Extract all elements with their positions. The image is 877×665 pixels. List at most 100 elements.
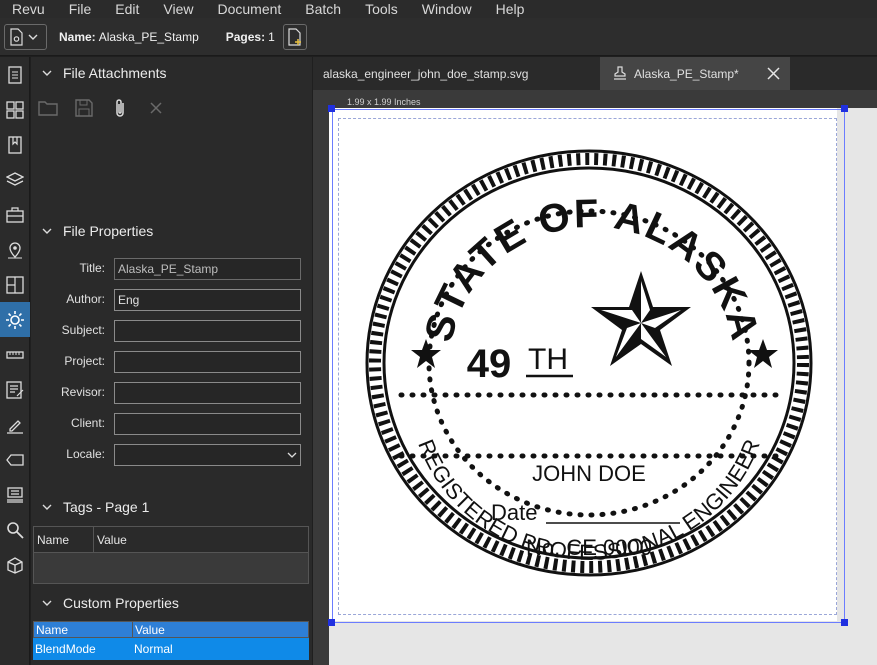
rail-tags[interactable]: [0, 442, 30, 477]
rail-layers[interactable]: [0, 162, 30, 197]
custom-grid-header: Name Value: [33, 621, 309, 638]
custom-row-name: BlendMode: [35, 642, 96, 656]
tab-stamp-label: Alaska_PE_Stamp*: [634, 66, 739, 81]
rail-thumbnails[interactable]: [0, 57, 30, 92]
attachments-title: File Attachments: [63, 65, 167, 81]
chevron-down-icon: [42, 70, 52, 76]
open-attachment-button[interactable]: [37, 97, 59, 119]
stamp-top-arc: STATE OF ALASKA: [417, 192, 767, 346]
prop-row-project: Project:: [31, 351, 312, 373]
menu-window[interactable]: Window: [410, 1, 484, 17]
menu-batch[interactable]: Batch: [293, 1, 353, 17]
tags-grid-body: [34, 553, 308, 583]
menu-tools[interactable]: Tools: [353, 1, 410, 17]
custom-properties-header[interactable]: Custom Properties: [31, 588, 312, 618]
stamp-engineer-name: JOHN DOE: [532, 461, 646, 486]
delete-attachment-button[interactable]: [145, 97, 167, 119]
rail-shapes[interactable]: [0, 547, 30, 582]
custom-col-name[interactable]: Name: [34, 622, 133, 637]
rail-pdf-layout[interactable]: [0, 267, 30, 302]
table-row[interactable]: BlendMode Normal: [33, 638, 309, 660]
rail-grid[interactable]: [0, 92, 30, 127]
rail-search[interactable]: [0, 512, 30, 547]
chevron-down-icon: [42, 600, 52, 606]
revisor-field[interactable]: [114, 382, 301, 404]
resize-handle-top-left[interactable]: [328, 105, 335, 112]
search-icon: [7, 521, 24, 539]
prop-row-revisor: Revisor:: [31, 382, 312, 404]
save-icon: [75, 99, 93, 117]
add-attachment-button[interactable]: [109, 97, 131, 119]
prop-row-client: Client:: [31, 413, 312, 435]
properties-icon: [6, 310, 24, 329]
attachments-header[interactable]: File Attachments: [31, 58, 312, 88]
rail-measure[interactable]: [0, 337, 30, 372]
properties-panel: File Attachments File Properties Title: …: [31, 57, 312, 665]
title-label: Title:: [79, 261, 105, 275]
custom-row-value[interactable]: Normal: [132, 638, 175, 660]
resize-handle-bottom-right[interactable]: [841, 619, 848, 626]
panel-icon-rail: [0, 57, 30, 665]
pages-label: Pages:: [225, 29, 266, 44]
custom-col-value[interactable]: Value: [133, 622, 167, 637]
grid-icon: [6, 100, 24, 119]
menu-revu[interactable]: Revu: [0, 1, 57, 17]
markup-list-icon: [6, 380, 24, 399]
measure-icon: [6, 350, 24, 359]
toolchest-icon: [6, 206, 24, 223]
tags-col-value[interactable]: Value: [94, 527, 130, 552]
pdf-layout-icon: [6, 275, 24, 294]
rail-signatures[interactable]: [0, 407, 30, 442]
signature-icon: [7, 419, 23, 434]
locale-select[interactable]: [114, 444, 301, 466]
client-field[interactable]: [114, 413, 301, 435]
bookmarks-icon: [8, 135, 22, 154]
star-left-icon: [411, 339, 441, 368]
rail-bookmarks[interactable]: [0, 127, 30, 162]
tags-col-name[interactable]: Name: [34, 527, 94, 552]
prop-row-author: Author: Eng: [31, 289, 312, 311]
project-field[interactable]: [114, 351, 301, 373]
revisor-label: Revisor:: [60, 385, 105, 399]
locale-label: Locale:: [66, 447, 105, 461]
tags-grid: Name Value: [33, 526, 309, 584]
rail-properties[interactable]: [0, 302, 30, 337]
chevron-down-icon: [42, 504, 52, 510]
subject-field[interactable]: [114, 320, 301, 342]
save-attachment-button[interactable]: [73, 97, 95, 119]
tab-stamp[interactable]: Alaska_PE_Stamp*: [600, 57, 790, 90]
menu-edit[interactable]: Edit: [103, 1, 151, 17]
menu-document[interactable]: Document: [205, 1, 293, 17]
engineer-stamp[interactable]: STATE OF ALASKA REGISTERED PROFESSIONAL …: [358, 143, 820, 585]
file-properties-title: File Properties: [63, 223, 154, 239]
close-icon[interactable]: [767, 67, 780, 80]
stamp-icon: [614, 65, 626, 80]
prop-row-title: Title: Alaska_PE_Stamp: [31, 258, 312, 280]
document-menu-button[interactable]: [4, 23, 47, 50]
resize-handle-bottom-left[interactable]: [328, 619, 335, 626]
document-tabs: alaska_engineer_john_doe_stamp.svg Alask…: [313, 57, 877, 90]
star-right-icon: [748, 339, 778, 368]
tab-svg-file[interactable]: alaska_engineer_john_doe_stamp.svg: [313, 57, 600, 90]
tags-header[interactable]: Tags - Page 1: [31, 492, 312, 522]
client-label: Client:: [70, 416, 105, 430]
tags-title: Tags - Page 1: [63, 499, 150, 515]
vertical-ruler: [313, 90, 329, 665]
menu-file[interactable]: File: [57, 1, 104, 17]
custom-properties-title: Custom Properties: [63, 595, 179, 611]
file-properties-header[interactable]: File Properties: [31, 216, 312, 246]
resize-handle-top-right[interactable]: [841, 105, 848, 112]
rail-markup-list[interactable]: [0, 372, 30, 407]
add-page-icon: [288, 27, 301, 46]
add-page-button[interactable]: [282, 23, 307, 50]
author-field[interactable]: Eng: [114, 289, 301, 311]
menu-view[interactable]: View: [151, 1, 205, 17]
attachments-toolbar: [37, 97, 167, 119]
prop-row-subject: Subject:: [31, 320, 312, 342]
menu-help[interactable]: Help: [484, 1, 537, 17]
rail-places[interactable]: [0, 232, 30, 267]
rail-stamps[interactable]: [0, 477, 30, 512]
title-field[interactable]: Alaska_PE_Stamp: [114, 258, 301, 280]
rail-toolchest[interactable]: [0, 197, 30, 232]
subject-label: Subject:: [61, 323, 105, 337]
